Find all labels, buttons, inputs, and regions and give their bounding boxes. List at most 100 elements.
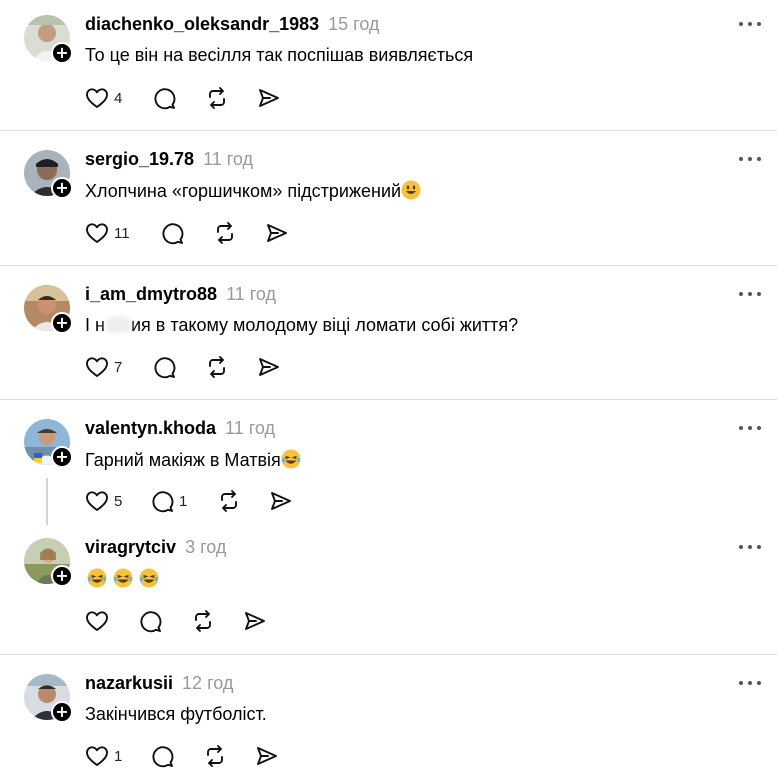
like-count: 5	[114, 492, 123, 510]
post-item: + sergio_19.78 11 год Хлопчина «горшичко…	[0, 131, 777, 265]
censored-blur	[104, 317, 131, 333]
post-text: Гарний макіяж в Матвія	[85, 449, 301, 471]
repost-icon	[217, 222, 233, 244]
timestamp[interactable]: 11 год	[225, 418, 275, 439]
repost-button[interactable]	[205, 84, 257, 112]
username[interactable]: valentyn.khoda	[85, 418, 216, 439]
post-text-end: ия в такому молодому віці ломати собі жи…	[130, 315, 519, 335]
post-header: valentyn.khoda 11 год	[85, 418, 275, 442]
follow-plus-icon[interactable]: +	[51, 565, 73, 587]
comment-icon	[140, 610, 162, 632]
username[interactable]: diachenko_oleksandr_1983	[85, 14, 319, 35]
repost-button[interactable]	[191, 607, 243, 635]
reply-button[interactable]: 1	[151, 487, 217, 515]
heart-icon	[86, 746, 108, 766]
like-button[interactable]: 5	[85, 487, 151, 515]
reply-button[interactable]	[151, 742, 203, 770]
repost-button[interactable]	[213, 219, 265, 247]
follow-plus-icon[interactable]: +	[51, 42, 73, 64]
more-icon[interactable]	[737, 149, 763, 169]
post-header: sergio_19.78 11 год	[85, 149, 253, 173]
avatar[interactable]: +	[24, 419, 73, 468]
timestamp[interactable]: 3 год	[185, 537, 226, 558]
like-count: 7	[114, 358, 123, 376]
like-button[interactable]	[85, 607, 139, 635]
comment-icon	[152, 490, 174, 512]
username[interactable]: viragrytciv	[85, 537, 176, 558]
post-header: diachenko_oleksandr_1983 15 год	[85, 14, 379, 38]
username[interactable]: sergio_19.78	[85, 149, 194, 170]
share-icon	[267, 224, 287, 242]
share-icon	[271, 492, 291, 510]
more-icon[interactable]	[737, 418, 763, 438]
avatar[interactable]: +	[24, 538, 73, 587]
more-icon[interactable]	[737, 673, 763, 693]
like-button[interactable]: 7	[85, 353, 153, 381]
share-icon	[257, 747, 277, 765]
timestamp[interactable]: 15 год	[328, 14, 379, 35]
timestamp[interactable]: 11 год	[203, 149, 253, 170]
reply-button[interactable]	[153, 353, 205, 381]
post-actions: 4	[85, 84, 297, 112]
post-text-content: Гарний макіяж в Матвія	[85, 450, 281, 470]
timestamp[interactable]: 11 год	[226, 284, 276, 305]
repost-button[interactable]	[205, 353, 257, 381]
laughing-emoji-icon	[87, 568, 159, 588]
follow-plus-icon[interactable]: +	[51, 312, 73, 334]
like-button[interactable]: 1	[85, 742, 151, 770]
heart-icon	[86, 491, 108, 511]
like-button[interactable]: 11	[85, 219, 161, 247]
like-button[interactable]: 4	[85, 84, 153, 112]
heart-icon	[86, 88, 108, 108]
more-icon[interactable]	[737, 284, 763, 304]
post-text	[85, 566, 165, 595]
post-actions: 5 1	[85, 487, 309, 515]
post-header: nazarkusii 12 год	[85, 673, 233, 697]
username[interactable]: i_am_dmytro88	[85, 284, 217, 305]
repost-button[interactable]	[217, 487, 269, 515]
share-button[interactable]	[265, 219, 305, 247]
follow-plus-icon[interactable]: +	[51, 701, 73, 723]
post-header: i_am_dmytro88 11 год	[85, 284, 276, 308]
post-header: viragrytciv 3 год	[85, 537, 226, 561]
reply-count: 1	[179, 492, 188, 510]
username[interactable]: nazarkusii	[85, 673, 173, 694]
like-count: 11	[114, 224, 130, 242]
reply-button[interactable]	[153, 84, 205, 112]
repost-icon	[221, 490, 237, 512]
timestamp[interactable]: 12 год	[182, 673, 233, 694]
follow-plus-icon[interactable]: +	[51, 177, 73, 199]
post-text-start: І н	[85, 315, 105, 335]
reply-button[interactable]	[139, 607, 191, 635]
post-text: Закінчився футболіст.	[85, 704, 267, 724]
share-button[interactable]	[243, 607, 283, 635]
reply-button[interactable]	[161, 219, 213, 247]
post-text-content: Хлопчина «горшичком» підстрижений	[85, 181, 402, 201]
post-actions: 1	[85, 742, 295, 770]
post-item: + i_am_dmytro88 11 год І н ия в такому мо…	[0, 266, 777, 399]
post-item: + nazarkusii 12 год Закінчився футболіст…	[0, 655, 777, 780]
share-button[interactable]	[257, 353, 297, 381]
post-actions	[85, 607, 283, 635]
follow-plus-icon[interactable]: +	[51, 446, 73, 468]
repost-button[interactable]	[203, 742, 255, 770]
avatar[interactable]: +	[24, 15, 73, 64]
repost-icon	[207, 745, 223, 767]
smiley-emoji-icon	[401, 180, 421, 200]
share-button[interactable]	[269, 487, 309, 515]
post-item: + diachenko_oleksandr_1983 15 год То це …	[0, 0, 777, 130]
avatar[interactable]: +	[24, 674, 73, 723]
more-icon[interactable]	[737, 537, 763, 557]
reply-item: + viragrytciv 3 год	[0, 525, 777, 654]
repost-icon	[195, 610, 211, 632]
comment-icon	[162, 222, 184, 244]
avatar[interactable]: +	[24, 150, 73, 199]
share-button[interactable]	[255, 742, 295, 770]
avatar[interactable]: +	[24, 285, 73, 334]
share-button[interactable]	[257, 84, 297, 112]
repost-icon	[209, 87, 225, 109]
share-icon	[245, 612, 265, 630]
more-icon[interactable]	[737, 14, 763, 34]
comment-icon	[154, 87, 176, 109]
post-text: І н ия в такому молодому віці ломати собі…	[85, 315, 518, 336]
